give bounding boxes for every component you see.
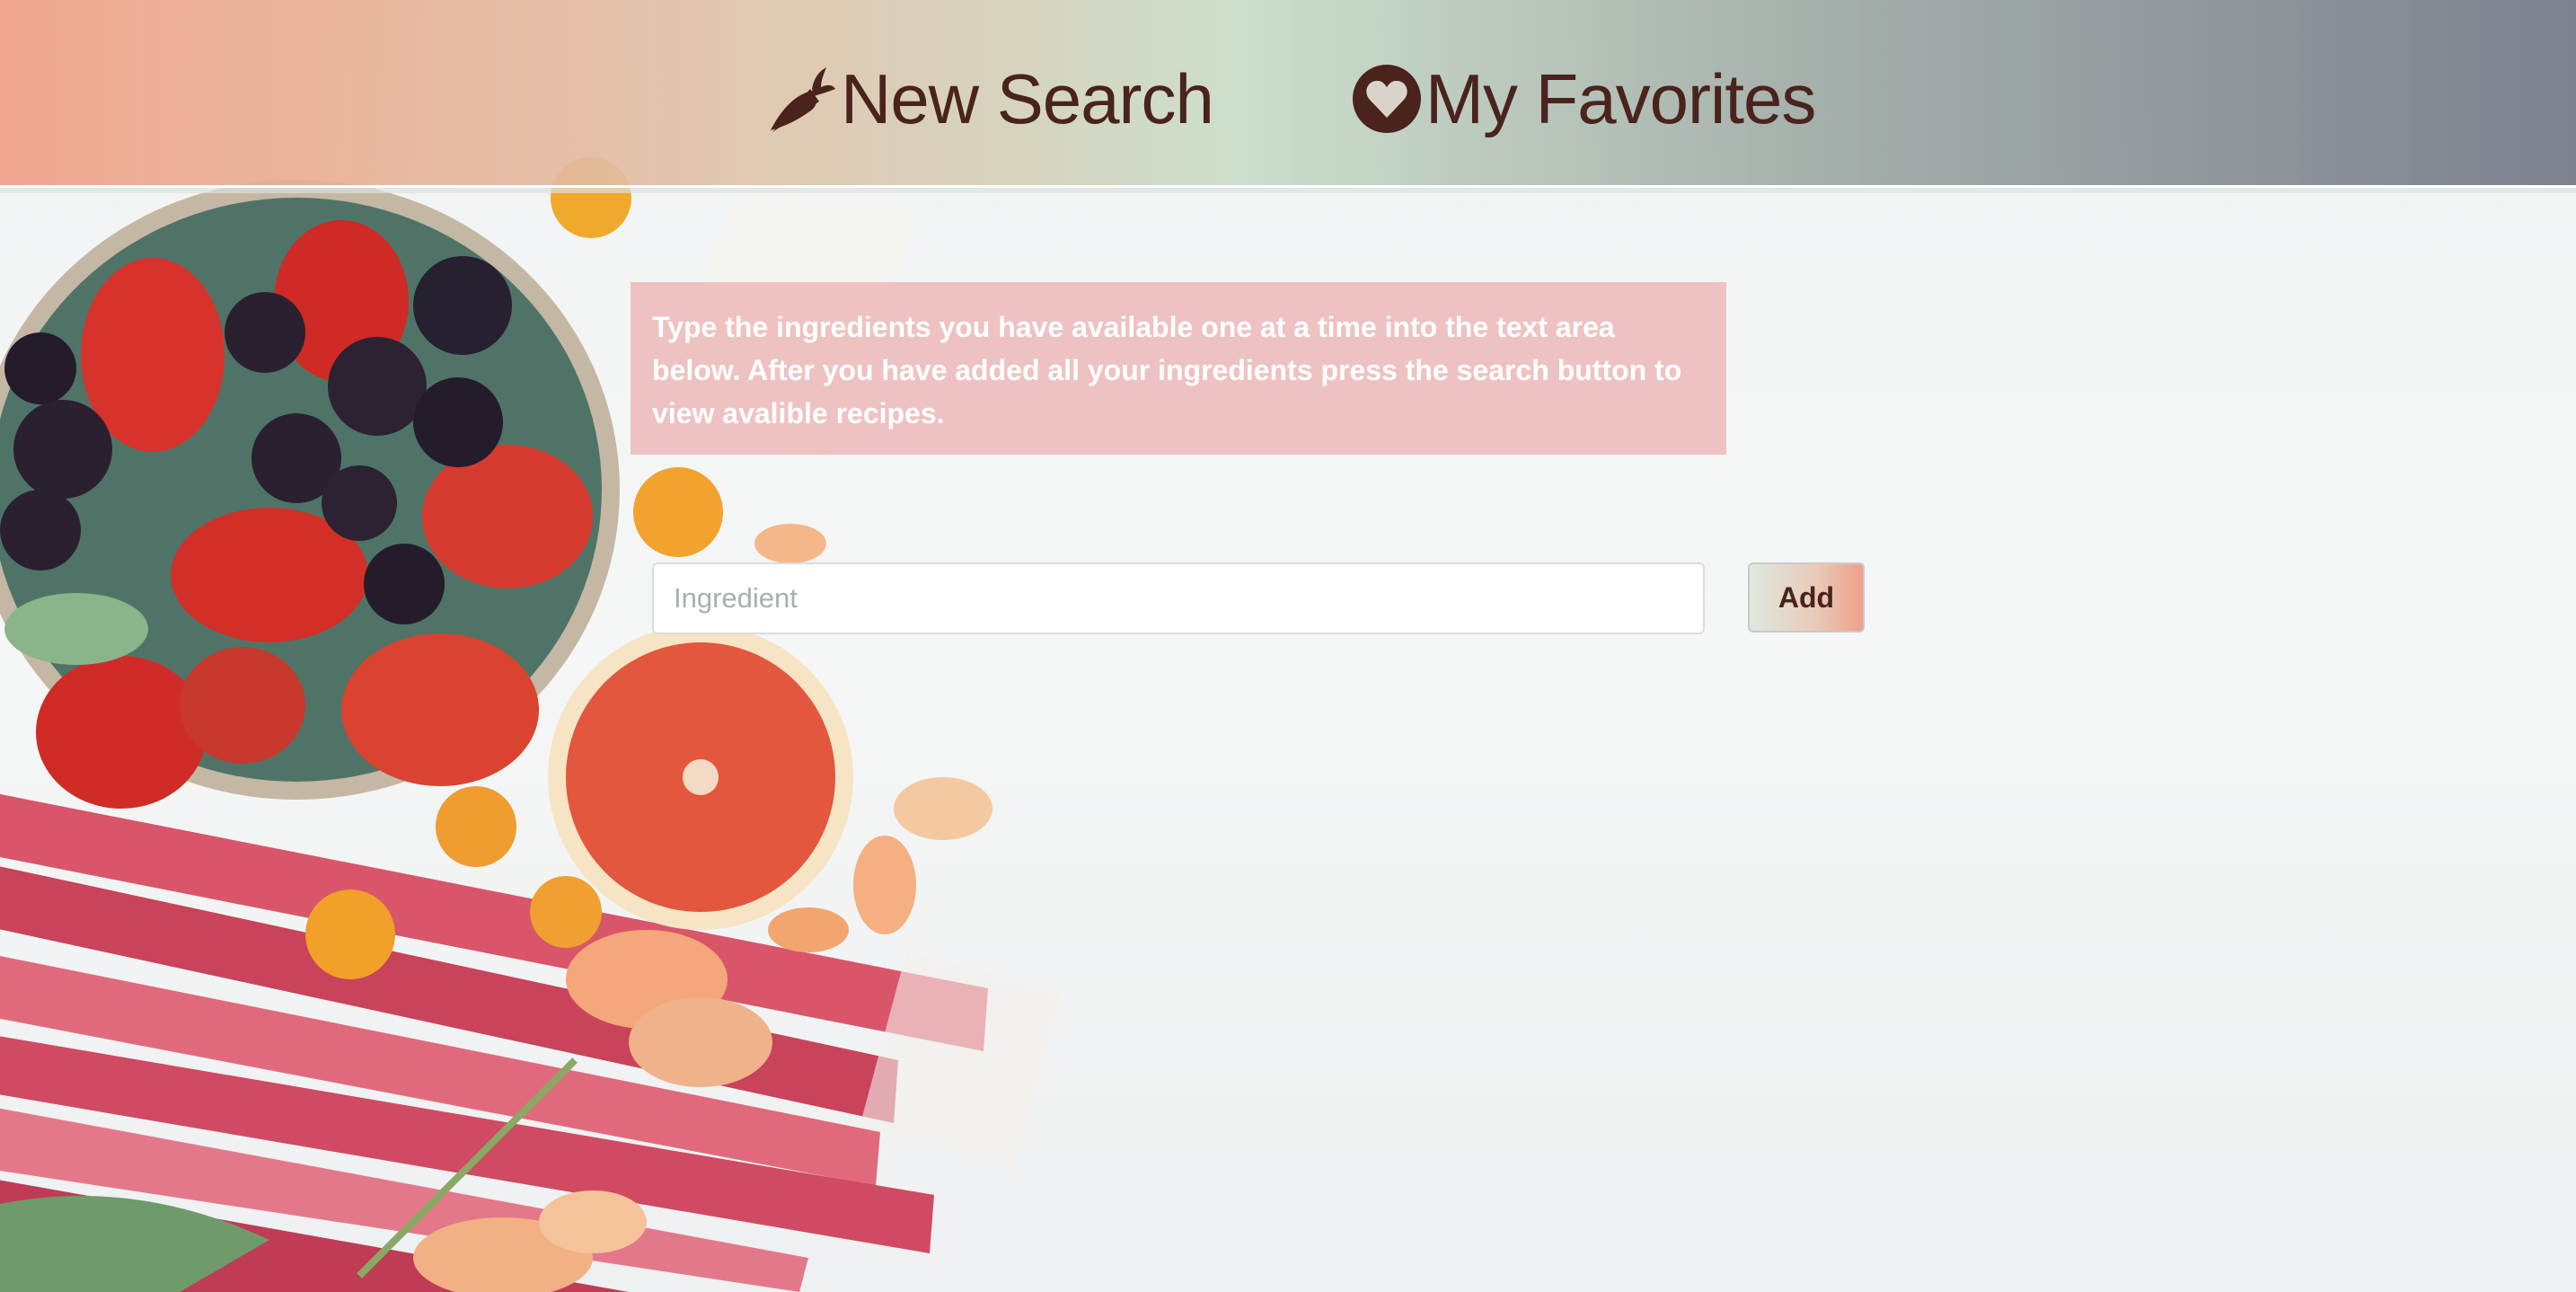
berry-bowl xyxy=(0,180,620,809)
background-food-photo xyxy=(0,152,1063,1292)
flower-petals xyxy=(357,524,992,1292)
add-ingredient-button[interactable]: Add xyxy=(1748,562,1865,633)
new-search-link[interactable]: New Search xyxy=(763,56,1214,142)
instructions-panel: Type the ingredients you have available … xyxy=(631,282,1726,455)
top-nav-bar: New Search My Favorites xyxy=(0,0,2576,188)
rhubarb-stalks xyxy=(0,793,988,1292)
instructions-text: Type the ingredients you have available … xyxy=(652,311,1682,429)
my-favorites-label: My Favorites xyxy=(1425,58,1816,138)
new-search-label: New Search xyxy=(841,58,1214,138)
carrot-icon xyxy=(763,62,837,136)
ingredient-input[interactable] xyxy=(652,562,1705,634)
heart-circle-icon xyxy=(1352,64,1422,134)
my-favorites-link[interactable]: My Favorites xyxy=(1352,56,1816,142)
